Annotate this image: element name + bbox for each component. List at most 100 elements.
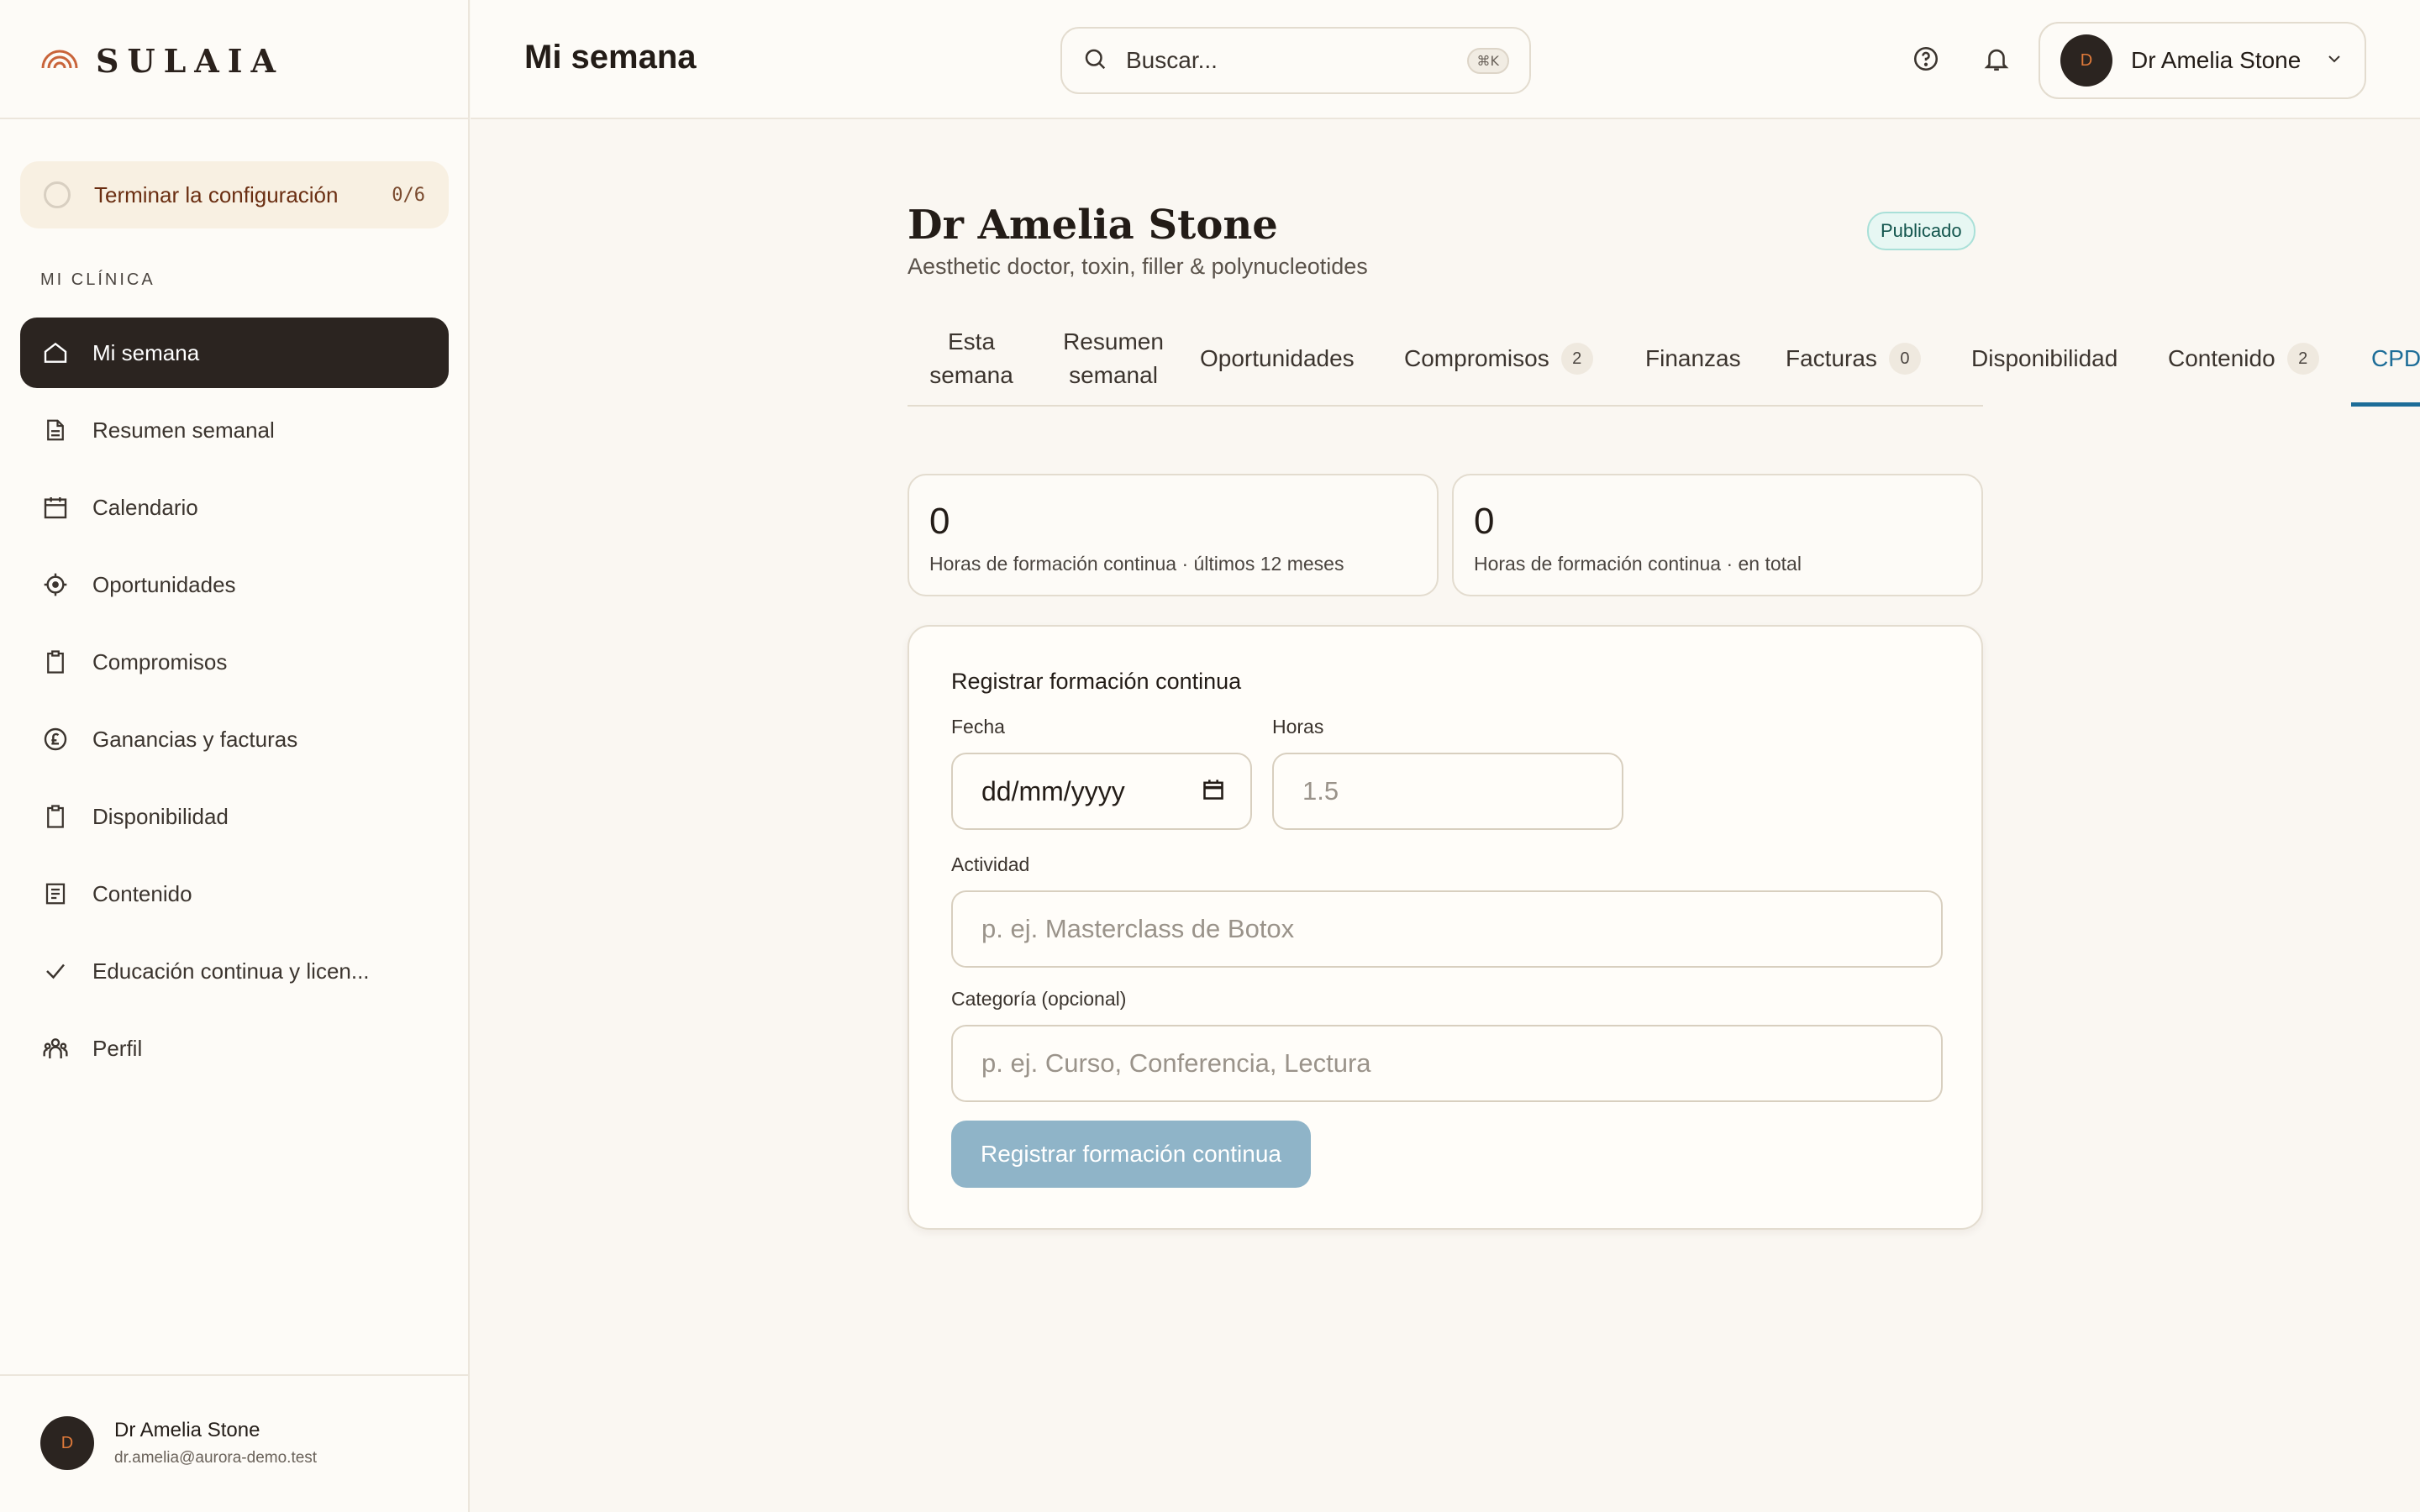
shortcut-badge: ⌘K: [1466, 47, 1509, 74]
setup-progress-button[interactable]: Terminar la configuración 0/6: [20, 161, 449, 228]
sidebar-nav: Mi semana Resumen semanal Calendario Opo…: [20, 318, 449, 1090]
help-icon[interactable]: [1909, 42, 1943, 76]
stat-card-total: 0 Horas de formación continua · en total: [1452, 474, 1983, 596]
sidebar-item-label: Educación continua y licen...: [92, 958, 370, 984]
tab-label: Oportunidades: [1200, 345, 1355, 371]
sidebar-item-label: Resumen semanal: [92, 417, 275, 443]
user-name: Dr Amelia Stone: [2131, 47, 2302, 73]
sidebar-item-mi-semana[interactable]: Mi semana: [20, 318, 449, 388]
user-menu-button[interactable]: D Dr Amelia Stone: [2039, 22, 2366, 99]
tab-cpd[interactable]: CPD: [2371, 311, 2420, 407]
activity-input[interactable]: [981, 914, 1912, 944]
people-icon: [40, 1033, 71, 1063]
avatar: D: [40, 1416, 94, 1470]
section-label: MI CLÍNICA: [40, 270, 155, 289]
tab-resumen-semanal[interactable]: Resumen semanal: [1050, 311, 1176, 407]
tab-label: Contenido: [2168, 345, 2275, 371]
divider: [0, 1374, 470, 1376]
profile-name: Dr Amelia Stone: [908, 202, 1278, 249]
sidebar-item-contenido[interactable]: Contenido: [20, 858, 449, 929]
sidebar-item-educacion-continua[interactable]: Educación continua y licen...: [20, 936, 449, 1006]
stat-label: Horas de formación continua · en total: [1474, 553, 1802, 575]
sidebar-item-label: Oportunidades: [92, 571, 236, 597]
sidebar-item-ganancias-facturas[interactable]: Ganancias y facturas: [20, 704, 449, 774]
submit-button[interactable]: Registrar formación continua: [951, 1121, 1311, 1188]
sidebar-item-label: Mi semana: [92, 339, 200, 365]
profile-subtitle: Aesthetic doctor, toxin, filler & polynu…: [908, 254, 1368, 279]
tab-count-badge: 0: [1888, 343, 1921, 375]
user-name: Dr Amelia Stone: [114, 1419, 260, 1441]
tab-label: Esta semana: [929, 328, 1013, 388]
date-placeholder: dd/mm/yyyy: [981, 775, 1125, 806]
tab-bar: Esta semana Resumen semanal Oportunidade…: [908, 311, 2420, 407]
clipboard-icon: [40, 647, 71, 677]
check-icon: [40, 956, 71, 986]
activity-label: Actividad: [951, 853, 1030, 875]
category-field[interactable]: [951, 1025, 1943, 1102]
tab-contenido[interactable]: Contenido 2: [2168, 311, 2319, 407]
sidebar-item-calendario[interactable]: Calendario: [20, 472, 449, 543]
sidebar-item-compromisos[interactable]: Compromisos: [20, 627, 449, 697]
setup-label: Terminar la configuración: [94, 181, 339, 207]
bell-icon[interactable]: [1980, 42, 2013, 76]
stat-card-12-months: 0 Horas de formación continua · últimos …: [908, 474, 1439, 596]
cpd-form-card: Registrar formación continua Fecha dd/mm…: [908, 625, 1983, 1230]
user-info: Dr Amelia Stone dr.amelia@aurora-demo.te…: [114, 1419, 317, 1467]
tab-disponibilidad[interactable]: Disponibilidad: [1971, 311, 2118, 407]
setup-count: 0/6: [392, 184, 425, 206]
tab-finanzas[interactable]: Finanzas: [1645, 311, 1741, 407]
document-icon: [40, 415, 71, 445]
category-input[interactable]: [981, 1048, 1912, 1079]
user-email: dr.amelia@aurora-demo.test: [114, 1449, 318, 1467]
form-title: Registrar formación continua: [951, 669, 1242, 694]
tab-count-badge: 2: [1560, 343, 1593, 375]
sidebar-item-label: Contenido: [92, 880, 192, 906]
sidebar: SULAIA Terminar la configuración 0/6 MI …: [0, 0, 470, 1512]
tab-facturas[interactable]: Facturas 0: [1786, 311, 1921, 407]
chevron-down-icon: [2324, 49, 2344, 73]
search-box[interactable]: ⌘K: [1060, 27, 1531, 94]
pound-icon: [40, 724, 71, 754]
rainbow-logo-icon: [40, 48, 79, 74]
top-bar: Mi semana ⌘K D Dr Amelia Stone: [471, 0, 2420, 119]
sidebar-item-oportunidades[interactable]: Oportunidades: [20, 549, 449, 620]
sidebar-item-label: Disponibilidad: [92, 803, 229, 829]
tabs-divider: [908, 405, 1983, 407]
brand-name: SULAIA: [96, 41, 285, 80]
hours-input[interactable]: [1302, 776, 1593, 806]
tab-label: Compromisos: [1404, 345, 1549, 371]
progress-circle-icon: [44, 181, 71, 208]
tab-label: Facturas: [1786, 345, 1877, 371]
active-tab-indicator: [2351, 402, 2420, 407]
sidebar-item-resumen-semanal[interactable]: Resumen semanal: [20, 395, 449, 465]
activity-field[interactable]: [951, 890, 1943, 968]
tab-label: Resumen semanal: [1063, 328, 1164, 388]
brand-logo[interactable]: SULAIA: [40, 40, 284, 81]
sidebar-item-label: Compromisos: [92, 648, 228, 675]
search-input[interactable]: [1126, 47, 1445, 74]
calendar-icon: [40, 492, 71, 522]
tab-compromisos[interactable]: Compromisos 2: [1404, 311, 1593, 407]
tab-esta-semana[interactable]: Esta semana: [923, 311, 1020, 407]
hours-label: Horas: [1272, 716, 1324, 738]
sidebar-item-perfil[interactable]: Perfil: [20, 1013, 449, 1084]
category-label: Categoría (opcional): [951, 988, 1127, 1010]
sidebar-item-label: Perfil: [92, 1035, 143, 1061]
stat-value: 0: [1474, 501, 1495, 542]
sidebar-user[interactable]: D Dr Amelia Stone dr.amelia@aurora-demo.…: [40, 1416, 317, 1470]
tab-count-badge: 2: [2286, 343, 2319, 375]
status-badge: Publicado: [1867, 212, 1975, 250]
calendar-icon[interactable]: [1202, 778, 1225, 806]
target-icon: [40, 570, 71, 600]
sidebar-item-label: Calendario: [92, 494, 198, 520]
tab-oportunidades[interactable]: Oportunidades: [1200, 311, 1355, 407]
divider: [0, 118, 470, 119]
date-field[interactable]: dd/mm/yyyy: [951, 753, 1252, 830]
stat-value: 0: [929, 501, 950, 542]
page-title: Mi semana: [524, 39, 697, 76]
hours-field[interactable]: [1272, 753, 1623, 830]
sidebar-item-disponibilidad[interactable]: Disponibilidad: [20, 781, 449, 852]
sidebar-item-label: Ganancias y facturas: [92, 726, 298, 752]
tab-label: Disponibilidad: [1971, 345, 2118, 371]
clipboard-icon: [40, 801, 71, 832]
